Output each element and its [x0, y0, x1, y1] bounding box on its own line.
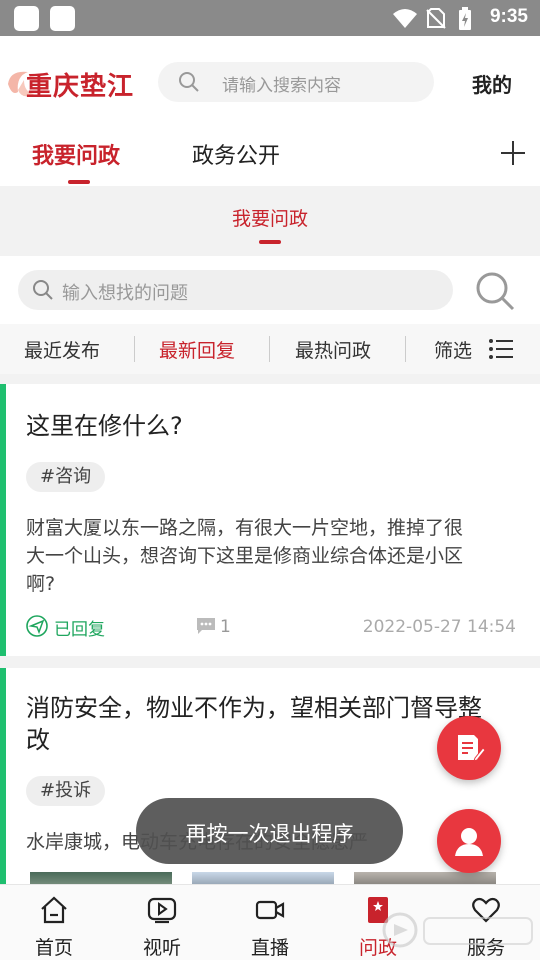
video-camera-icon [255, 900, 285, 920]
user-center-button[interactable] [437, 809, 501, 873]
logo-text: 重庆垫江 [26, 72, 135, 102]
post-content-line: 大一个山头，想咨询下这里是修商业综合体还是小区 [26, 545, 464, 567]
post-accent-bar [0, 384, 6, 656]
user-icon [455, 828, 483, 856]
post-date: 2022-05-27 14:54 [362, 617, 516, 637]
exit-toast: 再按一次退出程序 [136, 798, 403, 864]
post-content: 财富大厦以东一路之隔，有很大一片空地，推掉了很 大一个山头，想咨询下这里是修商业… [26, 514, 516, 598]
reply-status: 已回复 [26, 615, 105, 642]
top-tabs: 我要问政 政务公开 [0, 128, 540, 186]
post-card[interactable]: 这里在修什么? #咨询 财富大厦以东一路之隔，有很大一片空地，推掉了很 大一个山… [0, 384, 540, 656]
question-search-input[interactable]: 输入想找的问题 [18, 270, 453, 310]
list-filter-icon[interactable] [488, 338, 514, 360]
divider [269, 336, 270, 362]
nav-label: 直播 [250, 937, 289, 959]
search-icon [33, 280, 53, 300]
play-icon [147, 897, 177, 924]
notification-icon [14, 6, 39, 31]
reply-status-label: 已回复 [54, 620, 105, 640]
tab-indicator [68, 180, 90, 184]
divider [405, 336, 406, 362]
home-icon [41, 896, 67, 924]
nav-home[interactable]: 首页 [19, 891, 89, 959]
comment-count-value: 1 [220, 617, 231, 637]
section-indicator [259, 240, 281, 244]
post-accent-bar [0, 668, 6, 884]
comment-icon [197, 618, 215, 634]
nav-live[interactable]: 直播 [235, 891, 305, 959]
filter-hottest[interactable]: 最热问政 [295, 336, 371, 363]
status-bar: 9:35 [0, 0, 540, 36]
edit-document-icon [458, 735, 485, 762]
post-tag[interactable]: #投诉 [26, 776, 106, 806]
filter-recent[interactable]: 最近发布 [24, 336, 100, 363]
question-search-placeholder: 输入想找的问题 [62, 283, 188, 304]
post-title-line: 消防安全，物业不作为，望相关部门督导整 [26, 694, 482, 722]
comment-count[interactable]: 1 [196, 617, 231, 640]
no-sim-icon [426, 8, 446, 29]
watermark-logo [382, 912, 533, 948]
wifi-icon [393, 9, 417, 28]
add-tab-icon[interactable] [498, 138, 528, 168]
search-input[interactable]: 请输入搜索内容 [158, 62, 434, 102]
clock: 9:35 [489, 6, 528, 27]
filter-bar: 最近发布 最新回复 最热问政 筛选 [0, 324, 540, 374]
notification-icon [50, 6, 75, 31]
write-post-button[interactable] [437, 716, 501, 780]
divider [134, 336, 135, 362]
search-icon [179, 72, 199, 92]
section-title[interactable]: 我要问政 [0, 204, 540, 231]
filter-latest-reply[interactable]: 最新回复 [159, 336, 235, 363]
app-logo[interactable]: 重庆垫江 [4, 62, 144, 106]
mine-button[interactable]: 我的 [472, 69, 512, 98]
tab-zhengwu-gongkai[interactable]: 政务公开 [192, 138, 280, 170]
search-placeholder: 请输入搜索内容 [222, 76, 341, 96]
search-button-icon[interactable] [474, 270, 516, 312]
nav-label: 首页 [34, 937, 73, 959]
post-title: 这里在修什么? [26, 412, 183, 440]
section-header: 我要问政 [0, 186, 540, 256]
paper-plane-icon [26, 615, 48, 637]
nav-label: 视听 [142, 937, 181, 959]
battery-charging-icon [459, 7, 471, 30]
filter-screen[interactable]: 筛选 [434, 336, 472, 363]
post-title-line: 改 [26, 726, 50, 754]
nav-media[interactable]: 视听 [127, 891, 197, 959]
post-content-line: 啊? [26, 573, 56, 595]
toast-text: 再按一次退出程序 [185, 822, 354, 846]
app-header: 重庆垫江 请输入搜索内容 我的 [0, 36, 540, 128]
post-tag[interactable]: #咨询 [26, 462, 106, 492]
tab-wenzheng[interactable]: 我要问政 [32, 138, 120, 170]
question-search-bar: 输入想找的问题 [0, 256, 540, 324]
post-title: 消防安全，物业不作为，望相关部门督导整 改 [26, 692, 482, 756]
post-content-line: 财富大厦以东一路之隔，有很大一片空地，推掉了很 [26, 517, 464, 539]
